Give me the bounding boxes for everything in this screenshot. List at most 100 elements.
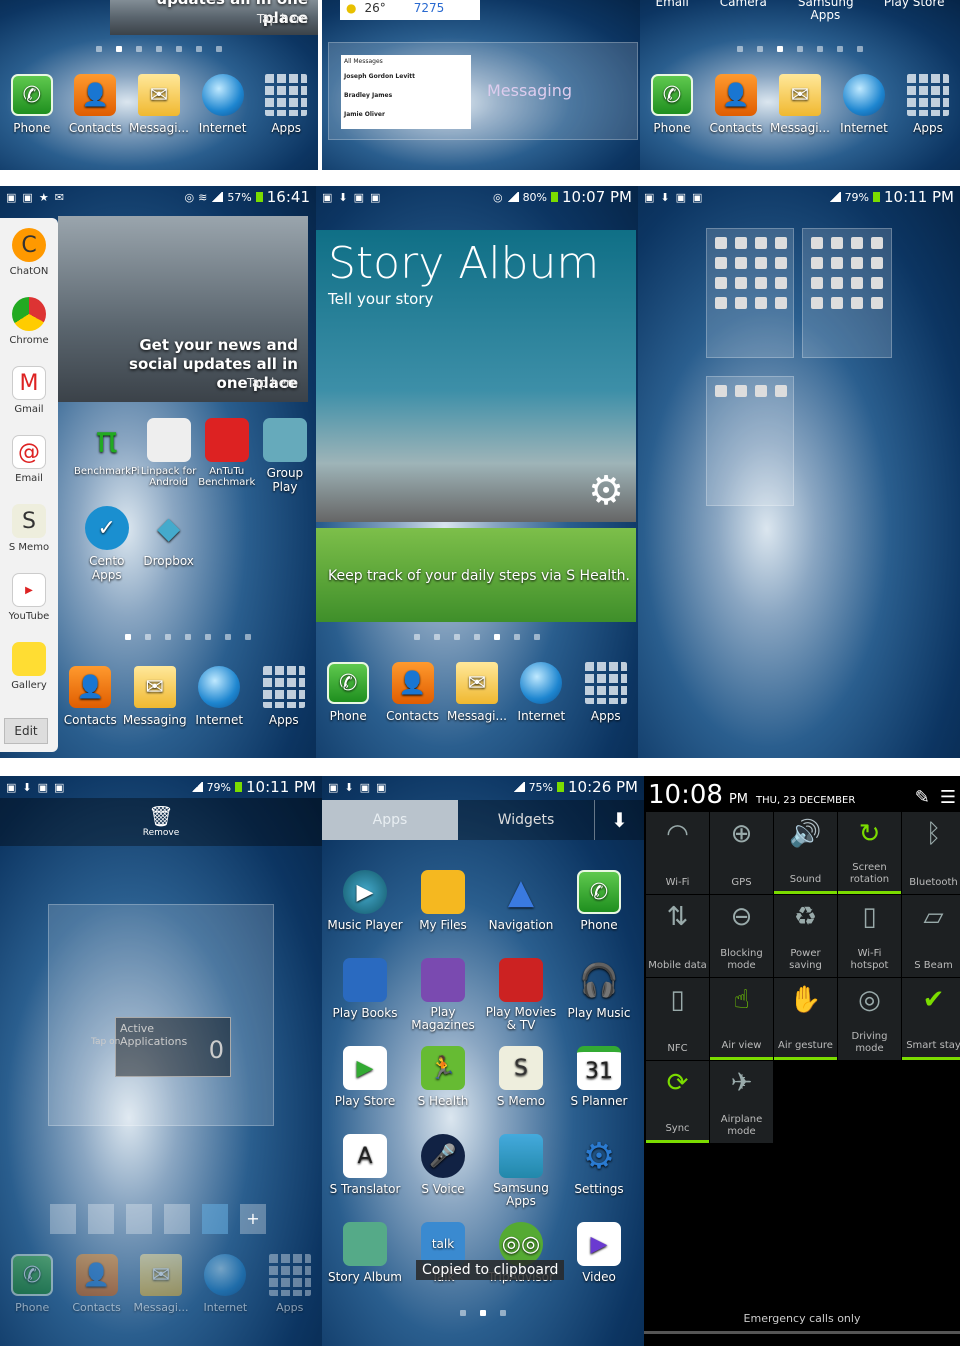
phone-icon: ✆	[10, 74, 53, 116]
dock-internet[interactable]: Internet	[510, 662, 572, 723]
app-dropbox[interactable]: ◆ Dropbox	[140, 506, 198, 594]
app-play-books[interactable]: Play Books	[326, 958, 404, 1046]
app-music-player[interactable]: ▶ Music Player	[326, 870, 404, 958]
tray-gmail[interactable]: M Gmail	[0, 356, 58, 425]
toggle-gps[interactable]: ⊕ GPS	[710, 812, 773, 894]
toggle-sync[interactable]: ⟳ Sync	[646, 1061, 709, 1143]
mid-right-screen: ▣ ⬇ ▣ ▣ 79% 10:11 PM	[638, 186, 960, 758]
dock-phone[interactable]: ✆ Phone	[317, 662, 379, 723]
story-album-widget[interactable]: Story Album Tell your story ⚙	[316, 230, 636, 522]
tray-chaton[interactable]: C ChatON	[0, 218, 58, 287]
app-play-music[interactable]: 🎧 Play Music	[560, 958, 638, 1046]
toggle-sound[interactable]: 🔊 Sound	[774, 812, 837, 894]
dock-apps[interactable]: Apps	[253, 666, 315, 727]
toggle-s-beam[interactable]: ▱ S Beam	[902, 895, 960, 977]
tab-widgets[interactable]: Widgets	[458, 800, 594, 840]
toggle-wifi-hotspot[interactable]: ▯ Wi-Fi hotspot	[838, 895, 901, 977]
page-thumbnail-1[interactable]	[706, 228, 794, 358]
edit-pencil-icon[interactable]: ✎	[915, 787, 930, 808]
edit-button[interactable]: Edit	[4, 718, 48, 744]
toggle-driving-mode[interactable]: ◎ Driving mode	[838, 978, 901, 1060]
dock-messaging[interactable]: ✉ Messagi...	[128, 74, 190, 135]
email-label[interactable]: Email	[656, 0, 689, 22]
app-s-health[interactable]: 🏃 S Health	[404, 1046, 482, 1134]
add-page-icon[interactable]: +	[240, 1204, 266, 1234]
dock-contacts[interactable]: 👤 Contacts	[64, 74, 126, 135]
download-icon[interactable]: ⬇	[594, 800, 644, 840]
toggle-smart-stay[interactable]: ✔ Smart stay	[902, 978, 960, 1060]
app-cento[interactable]: ✓ Cento Apps	[74, 506, 140, 594]
dock-messaging[interactable]: ✉ Messagi...	[446, 662, 508, 723]
app-group-play[interactable]: Group Play	[256, 418, 314, 506]
app-play-store[interactable]: ▶ Play Store	[326, 1046, 404, 1134]
email-icon: @	[12, 435, 46, 469]
play-store-label[interactable]: Play Store	[884, 0, 945, 22]
dock-contacts[interactable]: 👤 Contacts	[382, 662, 444, 723]
tray-chrome[interactable]: Chrome	[0, 287, 58, 356]
tab-apps[interactable]: Apps	[322, 800, 458, 840]
app-benchmarkpi[interactable]: π BenchmarkPi	[74, 418, 140, 506]
toggle-air-gesture[interactable]: ✋ Air gesture	[774, 978, 837, 1060]
dock-phone[interactable]: ✆ Phone	[1, 74, 63, 135]
dock-messaging[interactable]: ✉ Messaging	[123, 666, 187, 727]
toggle-wifi[interactable]: ◠ Wi-Fi	[646, 812, 709, 894]
samsung-apps-label[interactable]: Samsung Apps	[798, 0, 854, 22]
dock-contacts[interactable]: 👤 Contacts	[59, 666, 121, 727]
dock-phone[interactable]: ✆ Phone	[641, 74, 703, 135]
page-thumbnail-3[interactable]	[706, 376, 794, 506]
message-icon: ✉	[455, 662, 498, 704]
app-story-album[interactable]: Story Album	[326, 1222, 404, 1310]
speaker-icon: 🔊	[789, 819, 822, 849]
app-my-files[interactable]: My Files	[404, 870, 482, 958]
news-widget[interactable]: Get your news and social updates all in …	[58, 216, 308, 402]
dock-internet[interactable]: Internet	[188, 666, 250, 727]
s-health-icon: 🏃	[421, 1046, 465, 1090]
toggle-air-view[interactable]: ☝ Air view	[710, 978, 773, 1060]
top-left-screen: updates all in one place Tap here ✆Phone…	[0, 0, 318, 170]
weather-widget[interactable]: ● 26° 7275	[340, 0, 480, 20]
remove-bar[interactable]: 🗑 Remove	[0, 798, 322, 846]
app-video[interactable]: ▶ Video	[560, 1222, 638, 1310]
app-phone[interactable]: ✆ Phone	[560, 870, 638, 958]
toggle-screen-rotation[interactable]: ↻ Screen rotation	[838, 812, 901, 894]
toggle-blocking-mode[interactable]: ⊖ Blocking mode	[710, 895, 773, 977]
app-navigation[interactable]: ▲ Navigation	[482, 870, 560, 958]
settings-gear-icon[interactable]: ⚙	[588, 468, 624, 514]
toggle-mobile-data[interactable]: ⇅ Mobile data	[646, 895, 709, 977]
dock-internet[interactable]: Internet	[833, 74, 895, 135]
app-play-movies[interactable]: Play Movies & TV	[482, 958, 560, 1046]
tray-smemo[interactable]: SS Memo	[0, 494, 58, 563]
smemo-icon: S	[12, 504, 46, 538]
toggle-airplane-mode[interactable]: ✈ Airplane mode	[710, 1061, 773, 1143]
dock-internet[interactable]: Internet	[192, 74, 254, 135]
dock-messaging[interactable]: ✉ Messagi...	[769, 74, 831, 135]
news-widget[interactable]: updates all in one place Tap here	[110, 0, 318, 35]
toggle-power-saving[interactable]: ♻ Power saving	[774, 895, 837, 977]
app-samsung-apps[interactable]: Samsung Apps	[482, 1134, 560, 1222]
active-apps-widget[interactable]: Active Applications 0	[115, 1017, 231, 1077]
camera-label[interactable]: Camera	[720, 0, 767, 22]
page-thumbnail-2[interactable]	[802, 228, 892, 358]
tray-youtube[interactable]: ▶ YouTube	[0, 563, 58, 632]
app-s-memo[interactable]: SS Memo	[482, 1046, 560, 1134]
messaging-widget[interactable]: All Messages Joseph Gordon Levitt Bradle…	[328, 42, 638, 140]
menu-list-icon[interactable]: ☰	[940, 787, 956, 808]
app-linpack[interactable]: Linpack for Android	[140, 418, 198, 506]
toggle-nfc[interactable]: ▯ NFC	[646, 978, 709, 1060]
s-health-widget[interactable]: Keep track of your daily steps via S Hea…	[316, 528, 636, 622]
app-play-magazines[interactable]: Play Magazines	[404, 958, 482, 1046]
dock-apps[interactable]: Apps	[897, 74, 959, 135]
tray-email[interactable]: @ Email	[0, 425, 58, 494]
dock-contacts[interactable]: 👤 Contacts	[705, 74, 767, 135]
edit-page-panel[interactable]: Active Applications 0 Tap on	[48, 904, 274, 1126]
toggle-bluetooth[interactable]: ᛒ Bluetooth	[902, 812, 960, 894]
app-s-translator[interactable]: AS Translator	[326, 1134, 404, 1222]
tray-gallery[interactable]: Gallery	[0, 632, 58, 701]
app-settings[interactable]: ⚙ Settings	[560, 1134, 638, 1222]
cento-icon: ✓	[84, 506, 129, 550]
app-s-planner[interactable]: 31 S Planner	[560, 1046, 638, 1134]
dock-apps[interactable]: Apps	[575, 662, 637, 723]
app-s-voice[interactable]: 🎤 S Voice	[404, 1134, 482, 1222]
dock-apps[interactable]: Apps	[255, 74, 317, 135]
app-antutu[interactable]: AnTuTu Benchmark	[198, 418, 256, 506]
